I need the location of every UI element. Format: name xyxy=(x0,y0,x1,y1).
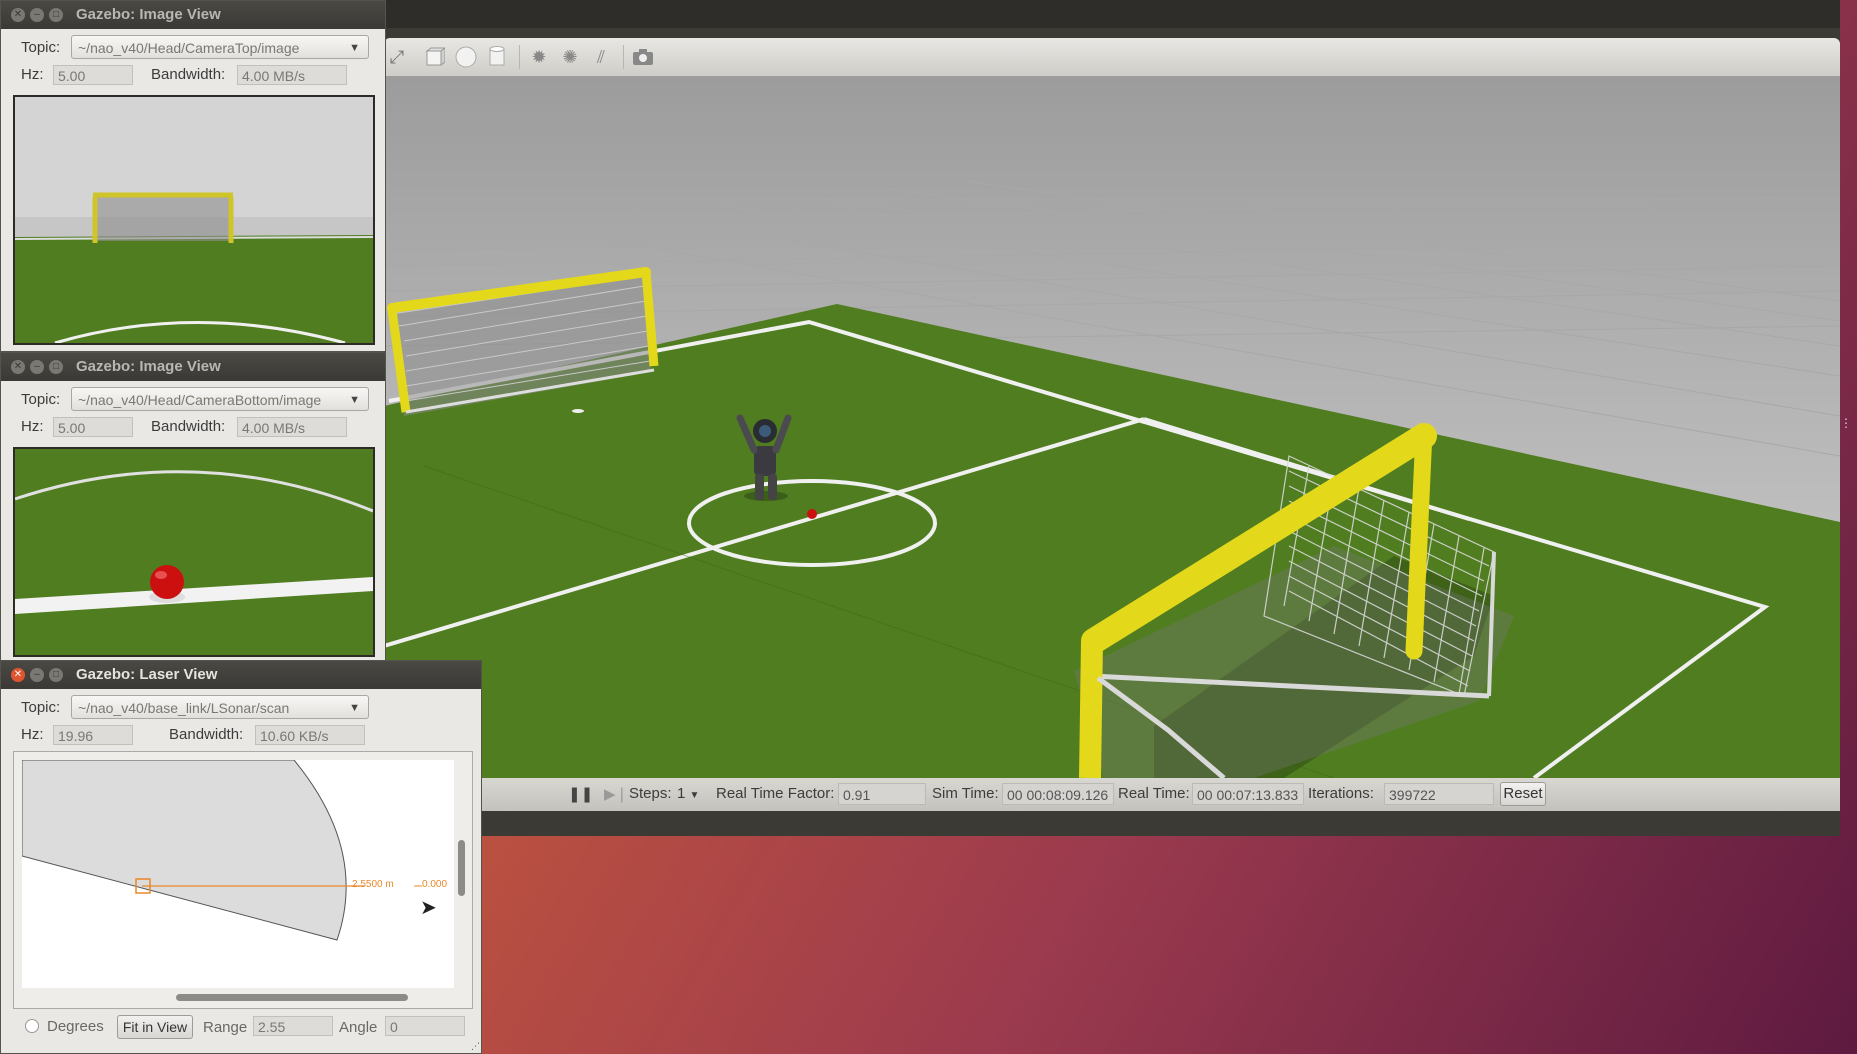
hz-field: 5.00 xyxy=(53,65,133,85)
bandwidth-field: 4.00 MB/s xyxy=(237,417,347,437)
degrees-radio[interactable] xyxy=(25,1019,39,1033)
topic-label: Topic: xyxy=(21,39,61,56)
minimize-icon[interactable]: – xyxy=(30,8,44,22)
chevron-down-icon: ▼ xyxy=(349,394,360,406)
range-readout: 2.5500 m xyxy=(352,879,394,890)
minimize-icon[interactable]: – xyxy=(30,360,44,374)
laser-view-title-bar[interactable]: ✕ – □ Gazebo: Laser View xyxy=(1,661,481,689)
spot-light-icon[interactable]: ✺ xyxy=(559,46,581,68)
resize-grip-icon[interactable]: ⋰ xyxy=(471,1041,481,1051)
box-icon[interactable] xyxy=(424,46,446,68)
sim-time-label: Sim Time: xyxy=(932,785,999,802)
angle-field[interactable]: 0 xyxy=(385,1016,465,1036)
splitter-handle[interactable]: ⋮ xyxy=(1840,416,1852,430)
chevron-down-icon: ▼ xyxy=(349,702,360,714)
hz-field: 5.00 xyxy=(53,417,133,437)
minimize-icon[interactable]: – xyxy=(30,668,44,682)
bandwidth-label: Bandwidth: xyxy=(151,418,226,435)
iterations-value: 399722 xyxy=(1384,783,1494,805)
horizontal-scrollbar[interactable] xyxy=(176,994,408,1001)
angle-label: Angle xyxy=(339,1019,378,1036)
window-title: Gazebo: Image View xyxy=(76,6,221,23)
toolbar-separator xyxy=(519,45,520,69)
topic-label: Topic: xyxy=(21,391,61,408)
range-field[interactable]: 2.55 xyxy=(253,1016,333,1036)
real-time-value: 00 00:07:13.833 xyxy=(1192,783,1304,805)
range-label: Range xyxy=(203,1019,248,1036)
sphere-icon[interactable] xyxy=(455,46,477,68)
topic-dropdown[interactable]: ~/nao_v40/Head/CameraBottom/image ▼ xyxy=(71,387,369,411)
topic-value: ~/nao_v40/Head/CameraTop/image xyxy=(78,40,300,56)
image-view-bottom-title-bar[interactable]: ✕ – □ Gazebo: Image View xyxy=(1,353,385,381)
hz-label: Hz: xyxy=(21,726,44,743)
steps-value: 1 xyxy=(677,785,686,802)
chevron-down-icon: ▼ xyxy=(349,42,360,54)
bandwidth-field: 4.00 MB/s xyxy=(237,65,347,85)
maximize-icon[interactable]: □ xyxy=(49,360,63,374)
camera-bottom-image xyxy=(13,447,375,657)
scene-3d-view[interactable] xyxy=(384,76,1840,778)
cylinder-icon[interactable] xyxy=(486,46,508,68)
bandwidth-label: Bandwidth: xyxy=(151,66,226,83)
maximize-icon[interactable]: □ xyxy=(49,8,63,22)
reset-button[interactable]: Reset xyxy=(1500,782,1546,806)
hz-field: 19.96 xyxy=(53,725,133,745)
topic-value: ~/nao_v40/Head/CameraBottom/image xyxy=(78,392,322,408)
image-view-bottom-window: ✕ – □ Gazebo: Image View Topic: ~/nao_v4… xyxy=(0,352,386,662)
vertical-scrollbar[interactable] xyxy=(458,840,465,896)
window-title: Gazebo: Laser View xyxy=(76,666,218,683)
close-icon[interactable]: ✕ xyxy=(11,668,25,682)
degrees-label: Degrees xyxy=(47,1018,104,1035)
rtf-label: Real Time Factor: xyxy=(716,785,835,802)
hz-label: Hz: xyxy=(21,418,44,435)
image-view-top-window: ✕ – □ Gazebo: Image View Topic: ~/nao_v4… xyxy=(0,0,386,352)
iterations-label: Iterations: xyxy=(1308,785,1374,802)
chevron-down-icon: ▼ xyxy=(689,790,700,801)
simulation-bottom-bar: ❚❚ ▶❘ Steps: 1 ▼ Real Time Factor: 0.91 … xyxy=(384,778,1840,811)
laser-scan-canvas[interactable]: 2.5500 m 0.000 ➤ xyxy=(22,760,454,988)
close-icon[interactable]: ✕ xyxy=(11,8,25,22)
real-time-label: Real Time: xyxy=(1118,785,1190,802)
step-button[interactable]: ▶❘ xyxy=(604,785,628,803)
steps-label: Steps: xyxy=(629,785,672,802)
close-icon[interactable]: ✕ xyxy=(11,360,25,374)
rtf-value: 0.91 xyxy=(838,783,926,805)
window-title: Gazebo: Image View xyxy=(76,358,221,375)
maximize-icon[interactable]: □ xyxy=(49,668,63,682)
laser-scan-plot xyxy=(22,760,422,941)
pause-button[interactable]: ❚❚ xyxy=(568,785,593,803)
bandwidth-label: Bandwidth: xyxy=(169,726,244,743)
toolbar-separator xyxy=(623,45,624,69)
main-toolbar: ⤢ ✹ ✺ ⫽ xyxy=(384,38,1840,77)
sun-light-icon[interactable]: ✹ xyxy=(528,46,550,68)
directional-light-icon[interactable]: ⫽ xyxy=(590,46,612,68)
topic-label: Topic: xyxy=(21,699,61,716)
camera-screenshot-icon[interactable] xyxy=(632,46,654,68)
topic-dropdown[interactable]: ~/nao_v40/base_link/LSonar/scan ▼ xyxy=(71,695,369,719)
steps-dropdown[interactable]: 1 ▼ xyxy=(677,785,699,802)
scale-icon[interactable]: ⤢ xyxy=(386,46,408,68)
angle-readout: 0.000 xyxy=(422,879,448,890)
sim-time-value: 00 00:08:09.126 xyxy=(1002,783,1114,805)
scene-render xyxy=(384,76,1840,778)
laser-view-window: ✕ – □ Gazebo: Laser View Topic: ~/nao_v4… xyxy=(0,660,482,1054)
mouse-cursor-icon: ➤ xyxy=(420,897,437,919)
ball xyxy=(807,509,817,519)
topic-dropdown[interactable]: ~/nao_v40/Head/CameraTop/image ▼ xyxy=(71,35,369,59)
hz-label: Hz: xyxy=(21,66,44,83)
bandwidth-field: 10.60 KB/s xyxy=(255,725,365,745)
topic-value: ~/nao_v40/base_link/LSonar/scan xyxy=(78,700,290,716)
camera-top-image xyxy=(13,95,375,345)
fit-in-view-button[interactable]: Fit in View xyxy=(117,1015,193,1039)
image-view-top-title-bar[interactable]: ✕ – □ Gazebo: Image View xyxy=(1,1,385,29)
laser-scan-panel[interactable]: 2.5500 m 0.000 ➤ xyxy=(13,751,473,1009)
